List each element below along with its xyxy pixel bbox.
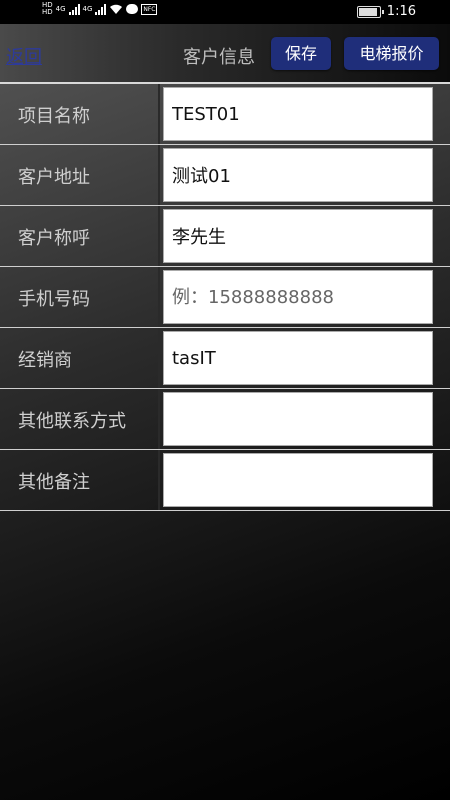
hd-indicators: HD HD: [42, 2, 53, 16]
phone-input[interactable]: [163, 270, 433, 324]
phone-label: 手机号码: [18, 289, 90, 310]
customer-title-label: 客户称呼: [18, 228, 90, 249]
customer-address-label: 客户地址: [18, 167, 90, 188]
customer-title-input[interactable]: [163, 209, 433, 263]
save-button[interactable]: 保存: [271, 37, 331, 70]
project-name-input[interactable]: [163, 87, 433, 141]
other-notes-label: 其他备注: [18, 472, 90, 493]
form-row-customer-title: 客户称呼: [0, 206, 450, 267]
signal-icon: [68, 3, 80, 15]
network-type-label: 4G: [55, 4, 66, 13]
column-separator: [158, 450, 160, 511]
battery-icon: [356, 5, 384, 18]
dealer-input[interactable]: [163, 331, 433, 385]
top-bar: 返回 客户信息 保存 电梯报价: [0, 24, 450, 82]
message-icon: [126, 4, 139, 14]
form-row-other-notes: 其他备注: [0, 450, 450, 511]
elevator-quote-button[interactable]: 电梯报价: [344, 37, 439, 70]
network-type-label-2: 4G: [82, 4, 93, 13]
dealer-label: 经销商: [18, 350, 72, 371]
status-right: 1:16: [356, 4, 416, 19]
form-row-dealer: 经销商: [0, 328, 450, 389]
column-separator: [158, 84, 160, 145]
other-notes-input[interactable]: [163, 453, 433, 507]
customer-address-input[interactable]: [163, 148, 433, 202]
status-bar: HD HD 4G 4G NFC 1:16: [0, 0, 450, 24]
column-separator: [158, 145, 160, 206]
column-separator: [158, 389, 160, 450]
back-link[interactable]: 返回: [6, 43, 42, 69]
form-row-customer-address: 客户地址: [0, 145, 450, 206]
status-time: 1:16: [386, 4, 416, 19]
project-name-label: 项目名称: [18, 106, 90, 127]
nfc-icon: NFC: [141, 3, 158, 15]
form-row-other-contact: 其他联系方式: [0, 389, 450, 450]
other-contact-label: 其他联系方式: [18, 411, 126, 432]
column-separator: [158, 267, 160, 328]
form-row-project-name: 项目名称: [0, 84, 450, 145]
form-row-phone: 手机号码: [0, 267, 450, 328]
hd-icon-2: HD: [42, 8, 53, 16]
row-divider: [0, 510, 450, 511]
customer-form: 项目名称 客户地址 客户称呼 手机号码 经销商 其他联系方式 其他备注: [0, 84, 450, 511]
wifi-icon: [110, 4, 123, 14]
other-contact-input[interactable]: [163, 392, 433, 446]
page-title: 客户信息: [183, 47, 255, 68]
column-separator: [158, 206, 160, 267]
signal-icon-2: [95, 3, 107, 15]
status-left-icons: HD HD 4G 4G NFC: [42, 2, 158, 16]
column-separator: [158, 328, 160, 389]
